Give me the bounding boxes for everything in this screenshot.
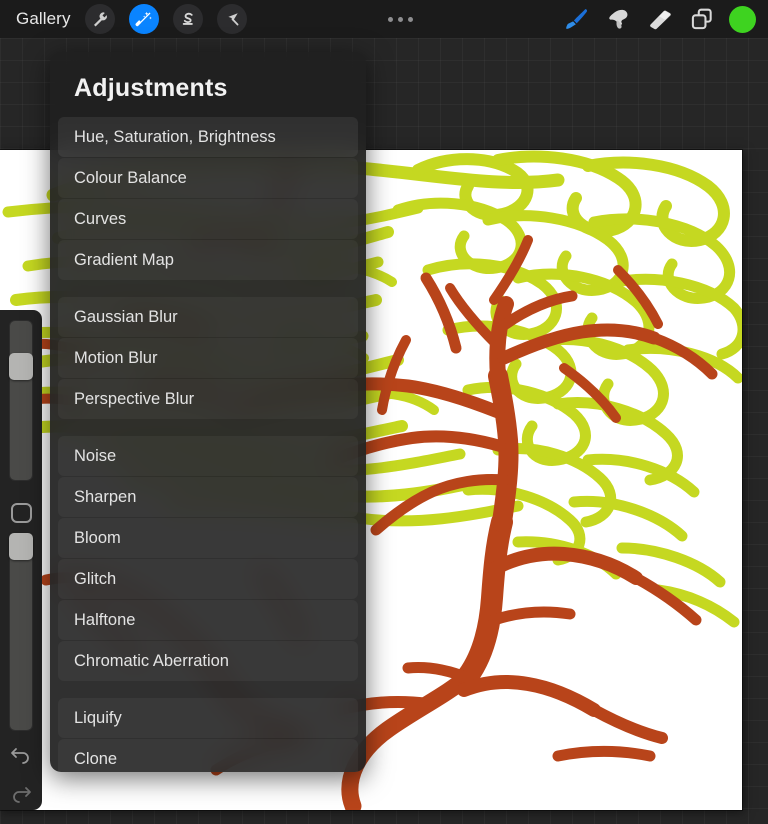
menu-item-label: Gaussian Blur [74, 307, 178, 326]
selection-s-icon[interactable] [172, 4, 203, 34]
paintbrush-icon[interactable] [555, 0, 597, 38]
gallery-button[interactable]: Gallery [16, 9, 71, 29]
menu-item-label: Perspective Blur [74, 389, 195, 408]
dot [388, 16, 394, 22]
menu-item-hue-saturation-brightness[interactable]: Hue, Saturation, Brightness [58, 117, 358, 157]
menu-item-label: Bloom [74, 528, 121, 547]
brush-opacity-handle[interactable] [9, 532, 33, 560]
layers-icon[interactable] [681, 0, 723, 38]
more-options-icon[interactable] [388, 16, 414, 22]
procreate-app: Adjustments Hue, Saturation, Brightness … [0, 0, 768, 824]
menu-item-clone[interactable]: Clone [58, 739, 358, 772]
menu-group-distort: Liquify Clone [50, 698, 366, 772]
menu-item-motion-blur[interactable]: Motion Blur [58, 338, 358, 378]
eraser-icon[interactable] [639, 0, 681, 38]
menu-group-blur: Gaussian Blur Motion Blur Perspective Bl… [50, 297, 366, 419]
menu-item-label: Clone [74, 749, 118, 768]
menu-item-noise[interactable]: Noise [58, 436, 358, 476]
menu-item-label: Colour Balance [74, 168, 187, 187]
menu-item-label: Gradient Map [74, 250, 174, 269]
top-toolbar: Gallery [0, 0, 768, 38]
redo-icon[interactable] [4, 776, 38, 810]
menu-item-label: Curves [74, 209, 127, 228]
menu-item-label: Motion Blur [74, 348, 158, 367]
menu-item-glitch[interactable]: Glitch [58, 559, 358, 599]
brush-size-handle[interactable] [9, 353, 33, 380]
menu-item-label: Hue, Saturation, Brightness [74, 127, 276, 146]
menu-item-sharpen[interactable]: Sharpen [58, 477, 358, 517]
menu-item-label: Sharpen [74, 487, 137, 506]
menu-item-gradient-map[interactable]: Gradient Map [58, 240, 358, 280]
menu-item-bloom[interactable]: Bloom [58, 518, 358, 558]
menu-item-curves[interactable]: Curves [58, 199, 358, 239]
color-swatch[interactable] [729, 5, 756, 33]
transform-arrow-icon[interactable] [216, 4, 247, 34]
panel-title: Adjustments [74, 74, 228, 102]
smudge-icon[interactable] [597, 0, 639, 38]
menu-item-label: Glitch [74, 569, 117, 588]
menu-item-gaussian-blur[interactable]: Gaussian Blur [58, 297, 358, 337]
menu-item-label: Liquify [74, 708, 122, 727]
dot [408, 16, 414, 22]
adjustments-panel: Adjustments Hue, Saturation, Brightness … [50, 52, 366, 772]
menu-item-perspective-blur[interactable]: Perspective Blur [58, 379, 358, 419]
menu-item-label: Halftone [74, 610, 136, 629]
magic-wand-icon[interactable] [128, 4, 159, 34]
tool-sidebar [0, 310, 42, 810]
brush-size-slider[interactable] [9, 320, 33, 481]
wrench-icon[interactable] [84, 4, 115, 34]
menu-item-colour-balance[interactable]: Colour Balance [58, 158, 358, 198]
undo-icon[interactable] [4, 737, 38, 771]
menu-item-chromatic-aberration[interactable]: Chromatic Aberration [58, 641, 358, 681]
menu-group-colour: Hue, Saturation, Brightness Colour Balan… [50, 117, 366, 280]
menu-item-label: Noise [74, 446, 117, 465]
dot [398, 16, 404, 22]
modify-button[interactable] [10, 502, 32, 523]
menu-item-halftone[interactable]: Halftone [58, 600, 358, 640]
brush-opacity-slider[interactable] [9, 532, 33, 731]
menu-item-label: Chromatic Aberration [74, 651, 229, 670]
menu-group-effects: Noise Sharpen Bloom Glitch Halftone Chro… [50, 436, 366, 681]
menu-item-liquify[interactable]: Liquify [58, 698, 358, 738]
